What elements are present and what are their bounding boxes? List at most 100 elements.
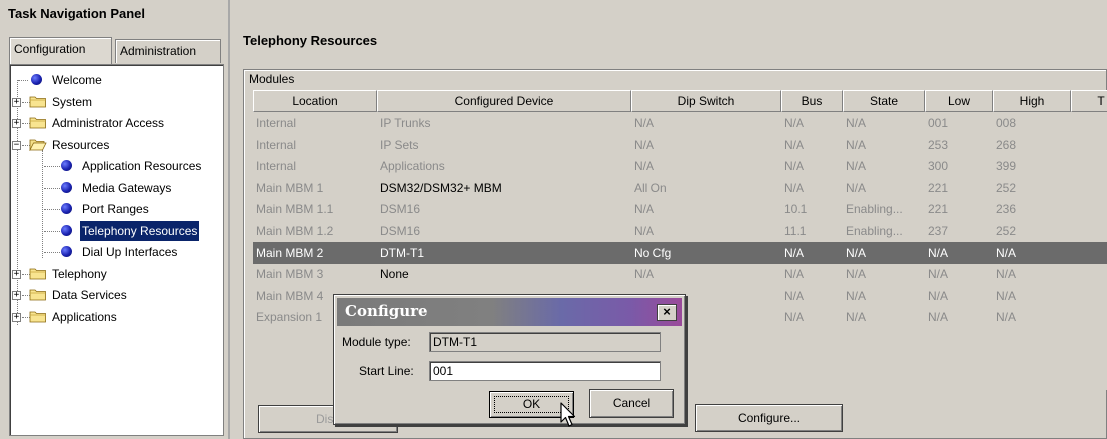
table-cell-state: N/A — [846, 137, 867, 152]
cancel-button[interactable]: Cancel — [589, 389, 674, 418]
table-cell-state: N/A — [846, 288, 867, 303]
table-cell-state: Enabling... — [846, 202, 903, 217]
nav-panel-title: Task Navigation Panel — [8, 6, 146, 21]
table-cell-bus: 10.1 — [784, 202, 808, 217]
expand-icon[interactable]: + — [12, 269, 21, 279]
expand-icon[interactable]: + — [12, 312, 21, 322]
table-cell-dip-switch: N/A — [634, 224, 655, 238]
table-row[interactable]: Main MBM 1.2 DSM16 N/A 11.1 Enabling... 237 25… — [253, 220, 1107, 242]
tree-item-dial-up-interfaces[interactable]: Dial Up Interfaces — [10, 242, 224, 262]
table-cell-configured-device: IP Trunks — [380, 116, 431, 130]
column-header-high[interactable]: High — [993, 90, 1071, 112]
close-button[interactable]: × — [657, 304, 677, 321]
table-cell-state: N/A — [846, 310, 867, 325]
table-row[interactable]: Main MBM 1.1 DSM16 N/A 10.1 Enabling... 221 23… — [253, 198, 1107, 220]
table-row[interactable]: Main MBM 1 DSM32/DSM32+ MBM All On N/A N/A 22… — [253, 177, 1107, 199]
tree-item-applications[interactable]: + Applications — [10, 307, 224, 327]
table-cell-low: 300 — [928, 159, 949, 174]
start-line-input[interactable] — [429, 361, 661, 381]
tree-item-system[interactable]: + System — [10, 92, 224, 112]
tree-connector-line — [44, 187, 60, 189]
table-cell-low: N/A — [928, 267, 949, 282]
tree-item-media-gateways[interactable]: Media Gateways — [10, 178, 224, 198]
tree-item-data-services[interactable]: + Data Services — [10, 285, 224, 305]
table-cell-configured-device: IP Sets — [380, 137, 419, 152]
table-cell-high: 008 — [996, 116, 1017, 130]
table-cell-high: 252 — [996, 180, 1017, 195]
table-cell-bus: N/A — [784, 310, 805, 325]
table-cell-bus: N/A — [784, 267, 805, 282]
tree-item-port-ranges[interactable]: Port Ranges — [10, 199, 224, 219]
collapse-icon[interactable]: − — [12, 140, 21, 150]
table-cell-configured-device: DSM32/DSM32+ MBM — [380, 180, 502, 195]
table-row[interactable]: Main MBM 2 DTM-T1 No Cfg N/A N/A N/A N/A — [253, 241, 1107, 264]
tree-item-application-resources[interactable]: Application Resources — [10, 156, 224, 176]
table-cell-location: Main MBM 1.1 — [256, 202, 334, 217]
column-header-bus[interactable]: Bus — [781, 90, 843, 112]
table-cell-configured-device: DSM16 — [380, 202, 421, 217]
bullet-icon — [61, 160, 72, 171]
table-cell-location: Main MBM 2 — [256, 245, 324, 260]
bullet-icon — [61, 181, 72, 193]
table-cell-state: Enabling... — [846, 224, 903, 238]
table-cell-dip-switch: All On — [634, 180, 667, 195]
table-cell-low: 001 — [928, 116, 949, 130]
table-cell-low: N/A — [928, 245, 949, 260]
expand-icon[interactable]: + — [12, 119, 21, 128]
table-row[interactable]: Internal IP Trunks N/A N/A N/A 001 008 — [253, 112, 1107, 134]
table-cell-location: Internal — [256, 159, 297, 174]
tree-item-label: Welcome — [52, 73, 102, 87]
tree-item-telephony[interactable]: + Telephony — [10, 264, 224, 284]
table-cell-bus: N/A — [784, 180, 805, 195]
expand-icon[interactable]: + — [12, 97, 21, 107]
tree-item-welcome[interactable]: Welcome — [10, 70, 224, 90]
column-header-t[interactable]: T — [1071, 90, 1107, 112]
column-header-location[interactable]: Location — [253, 90, 377, 112]
table-cell-low: 221 — [928, 202, 949, 217]
expand-icon[interactable]: + — [12, 291, 21, 300]
dialog-titlebar[interactable]: Configure × — [337, 298, 682, 326]
table-cell-dip-switch: N/A — [634, 267, 655, 282]
column-header-low[interactable]: Low — [925, 90, 993, 112]
tree-item-telephony-resources[interactable]: Telephony Resources — [10, 220, 224, 241]
configure-dialog: Configure × Module type: DTM-T1 Start Li… — [333, 294, 686, 425]
table-cell-bus: 11.1 — [784, 224, 807, 238]
column-header-dip-switch[interactable]: Dip Switch — [631, 90, 781, 112]
tree-item-label: Applications — [52, 309, 117, 324]
bullet-icon — [61, 246, 72, 257]
table-cell-configured-device: DTM-T1 — [380, 245, 424, 260]
table-cell-high: N/A — [996, 245, 1017, 260]
table-cell-high: N/A — [996, 310, 1017, 325]
table-cell-state: N/A — [846, 245, 867, 260]
table-cell-high: 252 — [996, 224, 1017, 238]
tree-item-label: Media Gateways — [82, 180, 172, 195]
page-title: Telephony Resources — [243, 33, 378, 48]
tab-configuration[interactable]: Configuration — [9, 37, 112, 64]
table-cell-high: 268 — [996, 137, 1017, 152]
table-cell-low: 237 — [928, 224, 949, 238]
tree-item-resources[interactable]: − Resources — [10, 135, 224, 155]
table-row[interactable]: Internal Applications N/A N/A N/A 300 399 — [253, 155, 1107, 177]
tree-item-label: Resources — [52, 137, 110, 152]
close-icon: × — [663, 304, 671, 319]
folder-icon — [29, 117, 46, 129]
tree-item-administrator-access[interactable]: + Administrator Access — [10, 113, 224, 133]
bullet-icon — [61, 224, 72, 236]
table-cell-state: N/A — [846, 116, 867, 130]
configure-button[interactable]: Configure... — [695, 404, 843, 432]
column-header-state[interactable]: State — [843, 90, 925, 112]
table-cell-dip-switch: N/A — [634, 202, 655, 217]
bullet-icon — [61, 203, 72, 214]
tab-administration[interactable]: Administration — [115, 39, 221, 63]
tree-connector-line — [44, 209, 60, 210]
module-type-value: DTM-T1 — [429, 332, 661, 352]
column-header-configured-device[interactable]: Configured Device — [377, 90, 631, 112]
module-type-label: Module type: — [342, 335, 411, 349]
dialog-title: Configure — [345, 302, 428, 320]
modules-label: Modules — [249, 72, 295, 86]
table-cell-location: Main MBM 1 — [256, 180, 324, 195]
tree-item-label: Telephony Resources — [80, 220, 200, 241]
folder-icon — [29, 96, 46, 107]
table-row[interactable]: Internal IP Sets N/A N/A N/A 253 268 — [253, 134, 1107, 156]
table-row[interactable]: Main MBM 3 None N/A N/A N/A N/A N/A — [253, 263, 1107, 285]
